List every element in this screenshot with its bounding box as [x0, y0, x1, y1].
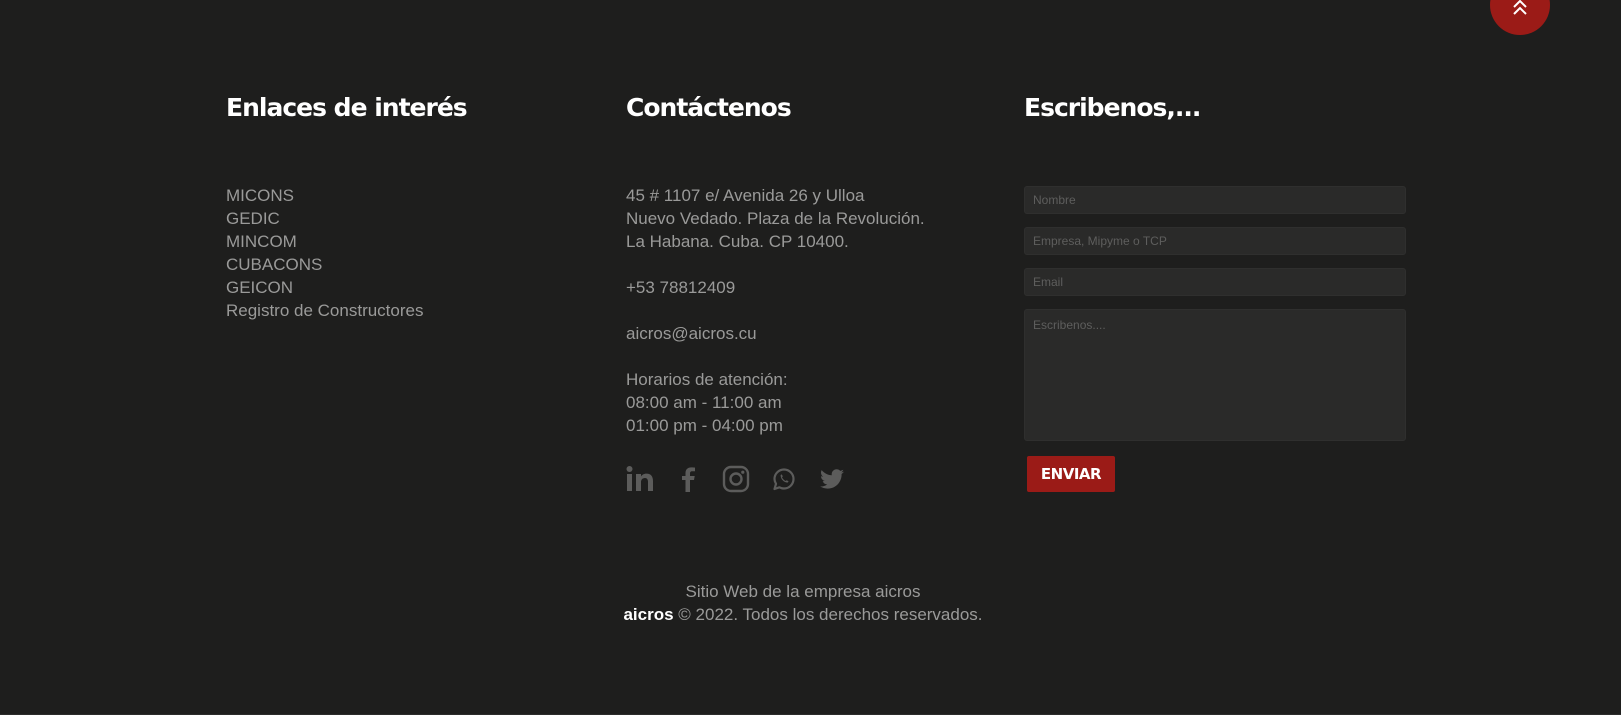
hours-afternoon: 01:00 pm - 04:00 pm: [626, 416, 783, 435]
contact-column: Contáctenos 45 # 1107 e/ Avenida 26 y Ul…: [626, 90, 986, 493]
form-title: Escribenos,...: [1024, 93, 1201, 122]
instagram-icon[interactable]: [722, 465, 750, 493]
links-column: Enlaces de interés MICONS GEDIC MINCOM C…: [226, 90, 586, 322]
copyright-text: © 2022. Todos los derechos reservados.: [678, 605, 983, 624]
link-mincom[interactable]: MINCOM: [226, 230, 586, 253]
double-chevron-up-icon: [1513, 0, 1527, 15]
links-list: MICONS GEDIC MINCOM CUBACONS GEICON Regi…: [226, 184, 586, 322]
link-micons[interactable]: MICONS: [226, 184, 586, 207]
link-registro-constructores[interactable]: Registro de Constructores: [226, 299, 586, 322]
contact-details: 45 # 1107 e/ Avenida 26 y Ulloa Nuevo Ve…: [626, 184, 986, 437]
social-links: [626, 465, 866, 493]
address-line: Nuevo Vedado. Plaza de la Revolución.: [626, 209, 925, 228]
email-input[interactable]: [1024, 268, 1406, 296]
contact-form-column: Escribenos,... ENVIAR: [1024, 90, 1406, 492]
email-address[interactable]: aicros@aicros.cu: [626, 322, 986, 345]
twitter-icon[interactable]: [818, 465, 846, 493]
scroll-to-top-button[interactable]: [1490, 0, 1550, 35]
contact-title: Contáctenos: [626, 93, 792, 122]
message-textarea[interactable]: [1024, 309, 1406, 441]
facebook-icon[interactable]: [674, 465, 702, 493]
brand-name: aicros: [623, 605, 674, 624]
name-input[interactable]: [1024, 186, 1406, 214]
hours-label: Horarios de atención:: [626, 370, 788, 389]
address-line: La Habana. Cuba. CP 10400.: [626, 232, 849, 251]
site-description: Sitio Web de la empresa aicros: [685, 582, 921, 601]
link-gedic[interactable]: GEDIC: [226, 207, 586, 230]
address-line: 45 # 1107 e/ Avenida 26 y Ulloa: [626, 186, 865, 205]
links-title: Enlaces de interés: [226, 93, 468, 122]
send-button[interactable]: ENVIAR: [1027, 456, 1115, 492]
phone-number: +53 78812409: [626, 278, 736, 297]
link-cubacons[interactable]: CUBACONS: [226, 253, 586, 276]
hours-morning: 08:00 am - 11:00 am: [626, 393, 782, 412]
copyright-section: Sitio Web de la empresa aicros aicros © …: [0, 580, 1606, 626]
link-geicon[interactable]: GEICON: [226, 276, 586, 299]
whatsapp-icon[interactable]: [770, 465, 798, 493]
company-input[interactable]: [1024, 227, 1406, 255]
footer-page: Enlaces de interés MICONS GEDIC MINCOM C…: [0, 0, 1621, 715]
linkedin-icon[interactable]: [626, 465, 654, 493]
